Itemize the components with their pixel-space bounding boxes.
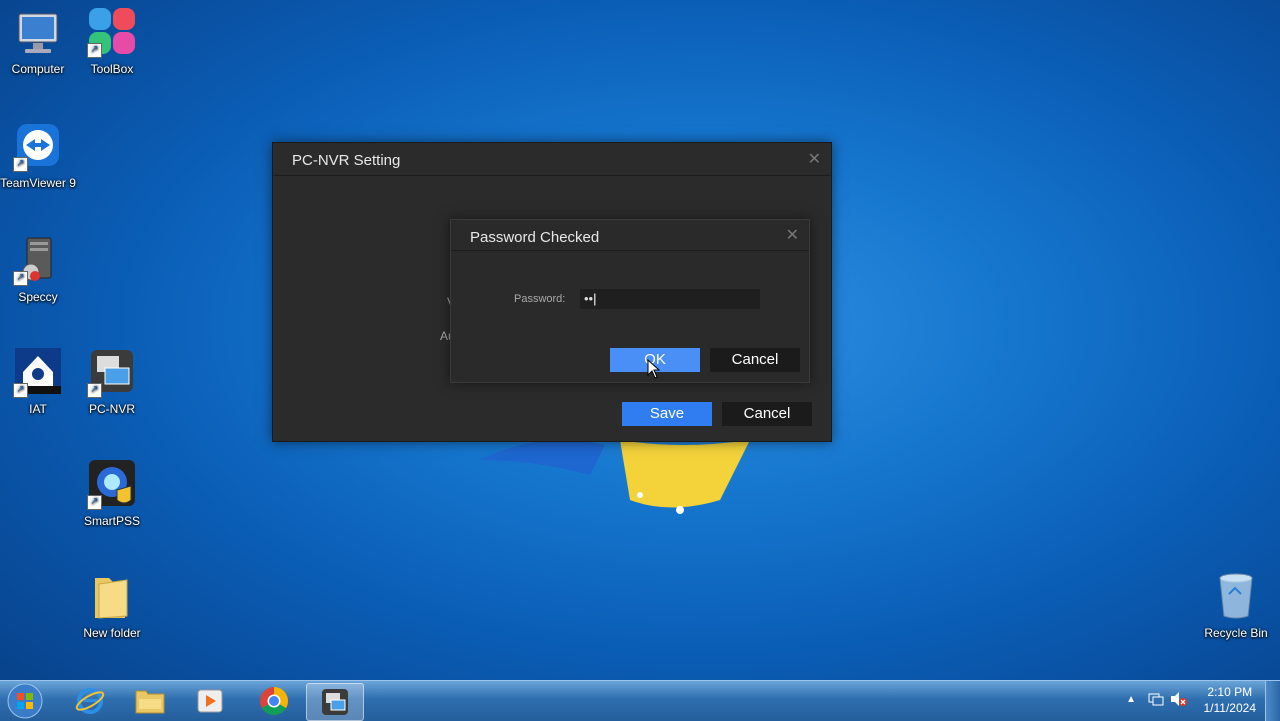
computer-desktop-icon[interactable]: Computer xyxy=(0,8,76,76)
taskbar-pc-nvr[interactable] xyxy=(306,683,364,721)
shortcut-arrow-icon: ↗ xyxy=(13,157,28,172)
toolbox-icon: ↗ xyxy=(87,8,137,58)
mouse-cursor-icon xyxy=(647,359,661,379)
password-checked-dialog: Password Checked ✕ Password: ••| OK Canc… xyxy=(450,219,810,383)
windows-orb-icon xyxy=(7,683,43,719)
password-input[interactable]: ••| xyxy=(580,289,760,309)
media-player-icon xyxy=(197,689,223,713)
dialog-title: Password Checked xyxy=(470,229,600,246)
save-button[interactable]: Save xyxy=(622,402,712,426)
recycle-bin-desktop-icon[interactable]: Recycle Bin xyxy=(1198,572,1274,640)
speccy-label: Speccy xyxy=(18,290,58,304)
taskbar-chrome[interactable] xyxy=(246,683,302,719)
show-hidden-icons-arrow-icon[interactable]: ▲ xyxy=(1126,694,1136,705)
start-button[interactable] xyxy=(0,683,50,719)
smartpss-icon: ↗ xyxy=(87,460,137,510)
speccy-icon: ↗ xyxy=(13,236,63,286)
cancel-button[interactable]: Cancel xyxy=(722,402,812,426)
clock-time: 2:10 PM xyxy=(1207,685,1253,699)
shortcut-arrow-icon: ↗ xyxy=(13,271,28,286)
close-icon[interactable]: ✕ xyxy=(808,149,821,169)
system-clock[interactable]: 2:10 PM 1/11/2024 xyxy=(1204,684,1257,716)
password-value: •• xyxy=(584,291,594,306)
close-icon[interactable]: ✕ xyxy=(786,225,799,245)
recycle-bin-icon xyxy=(1211,572,1261,622)
iat-icon: ↗ xyxy=(13,348,63,398)
password-label: Password: xyxy=(514,293,566,305)
pc-nvr-icon: ↗ xyxy=(87,348,137,398)
iat-label: IAT xyxy=(29,402,47,416)
shortcut-arrow-icon: ↗ xyxy=(87,383,102,398)
pc-nvr-label: PC-NVR xyxy=(88,402,135,416)
shortcut-arrow-icon: ↗ xyxy=(87,43,102,58)
toolbox-label: ToolBox xyxy=(90,62,134,76)
smartpss-desktop-icon[interactable]: ↗ SmartPSS xyxy=(74,460,150,528)
pc-nvr-desktop-icon[interactable]: ↗ PC-NVR xyxy=(74,348,150,416)
teamviewer-desktop-icon[interactable]: ↗ TeamViewer 9 xyxy=(0,122,76,190)
computer-icon xyxy=(13,8,63,58)
chrome-icon xyxy=(260,687,288,715)
network-icon[interactable] xyxy=(1148,691,1164,710)
folder-icon xyxy=(87,572,137,622)
text-cursor: | xyxy=(593,291,597,306)
taskbar-windows-explorer[interactable] xyxy=(122,683,178,719)
taskbar-internet-explorer[interactable] xyxy=(62,683,118,719)
taskbar-media-player[interactable] xyxy=(182,683,238,719)
pc-nvr-icon xyxy=(322,689,348,715)
taskbar: ▲ 2:10 PM 1/11/2024 xyxy=(0,680,1280,721)
show-desktop-button[interactable] xyxy=(1265,681,1280,721)
shortcut-arrow-icon: ↗ xyxy=(13,383,28,398)
teamviewer-label: TeamViewer 9 xyxy=(0,176,76,190)
teamviewer-icon: ↗ xyxy=(13,122,63,172)
toolbox-desktop-icon[interactable]: ↗ ToolBox xyxy=(74,8,150,76)
title-divider xyxy=(273,175,831,176)
clock-date: 1/11/2024 xyxy=(1203,701,1257,715)
new-folder-label: New folder xyxy=(83,626,141,640)
title-divider xyxy=(451,250,809,251)
computer-label: Computer xyxy=(11,62,65,76)
volume-muted-icon[interactable] xyxy=(1170,691,1188,710)
recycle-bin-label: Recycle Bin xyxy=(1204,626,1268,640)
iat-desktop-icon[interactable]: ↗ IAT xyxy=(0,348,76,416)
smartpss-label: SmartPSS xyxy=(83,514,140,528)
shortcut-arrow-icon: ↗ xyxy=(87,495,102,510)
speccy-desktop-icon[interactable]: ↗ Speccy xyxy=(0,236,76,304)
cancel-button[interactable]: Cancel xyxy=(710,348,800,372)
new-folder-desktop-icon[interactable]: New folder xyxy=(74,572,150,640)
folder-icon xyxy=(135,690,165,714)
dialog-title: PC-NVR Setting xyxy=(292,152,401,169)
internet-explorer-icon xyxy=(75,688,105,714)
